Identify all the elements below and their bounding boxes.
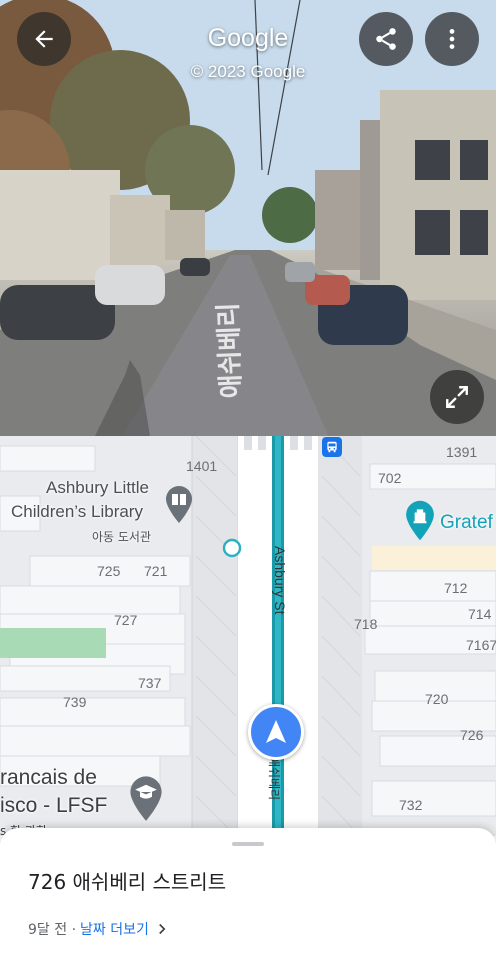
- capture-age: 9달 전 ·: [28, 922, 77, 938]
- house-number: 702: [378, 470, 402, 486]
- road-marking-text: 애쉬베리: [214, 302, 247, 399]
- street-view-panorama[interactable]: 애쉬베리 Google © 2023 Google: [0, 0, 496, 436]
- chevron-right-icon[interactable]: [153, 920, 171, 938]
- expand-icon: [446, 386, 468, 408]
- poi-museum-name[interactable]: Gratef: [440, 512, 493, 534]
- poi-library-name-line2[interactable]: Children’s Library: [11, 502, 143, 522]
- house-number: 726: [460, 727, 484, 743]
- house-number: 720: [425, 691, 449, 707]
- address-title: 726 애쉬베리 스트리트: [28, 870, 227, 894]
- bottom-sheet[interactable]: 726 애쉬베리 스트리트 9달 전 · 날짜 더보기: [0, 828, 496, 960]
- bus-stop-icon: [327, 441, 337, 453]
- poi-school-pin[interactable]: [128, 774, 164, 826]
- current-location-marker[interactable]: [248, 704, 304, 760]
- house-number: 712: [444, 580, 468, 596]
- house-number: 725: [97, 563, 121, 579]
- poi-school-name-line1[interactable]: rancais de: [0, 766, 97, 790]
- school-icon: [130, 776, 162, 821]
- more-vert-icon: [449, 29, 455, 49]
- arrow-back-icon: [35, 30, 53, 48]
- house-number: 739: [63, 694, 87, 710]
- poi-library-pin[interactable]: [164, 484, 194, 528]
- share-icon: [376, 28, 396, 50]
- bus-stop-marker[interactable]: [322, 437, 342, 457]
- house-number: 7167: [466, 637, 496, 653]
- expand-fullscreen-button[interactable]: [430, 370, 484, 424]
- navigation-arrow-icon: [266, 720, 286, 743]
- imagery-copyright: © 2023 Google: [190, 62, 306, 81]
- house-number: 714: [468, 606, 492, 622]
- poi-school-name-line2[interactable]: isco - LFSF: [0, 794, 107, 818]
- street-name-label-ko: 애쉬베리: [267, 756, 281, 801]
- sheet-drag-handle[interactable]: [232, 842, 264, 846]
- house-number: 732: [399, 797, 423, 813]
- museum-icon: [406, 500, 434, 541]
- imagery-title: Google: [207, 24, 289, 52]
- house-number: 1391: [446, 444, 478, 460]
- poi-library-name-line1[interactable]: Ashbury Little: [46, 478, 149, 498]
- house-number: 718: [354, 616, 378, 632]
- poi-museum-pin[interactable]: [404, 498, 436, 546]
- capture-date-row: 9달 전 · 날짜 더보기: [28, 919, 171, 939]
- poi-library-name-ko: 아동 도서관: [92, 530, 152, 544]
- house-number: 721: [144, 563, 168, 579]
- street-map[interactable]: 1401 1391 702 725 721 727 718 712 714 71…: [0, 436, 496, 836]
- more-dates-link[interactable]: 날짜 더보기: [80, 919, 149, 939]
- house-number: 737: [138, 675, 162, 691]
- house-number: 727: [114, 612, 138, 628]
- share-button[interactable]: [359, 12, 413, 66]
- house-number: 1401: [186, 458, 218, 474]
- more-options-button[interactable]: [425, 12, 479, 66]
- back-button[interactable]: [17, 12, 71, 66]
- book-icon: [166, 486, 192, 523]
- street-name-label: Ashbury St: [272, 546, 288, 615]
